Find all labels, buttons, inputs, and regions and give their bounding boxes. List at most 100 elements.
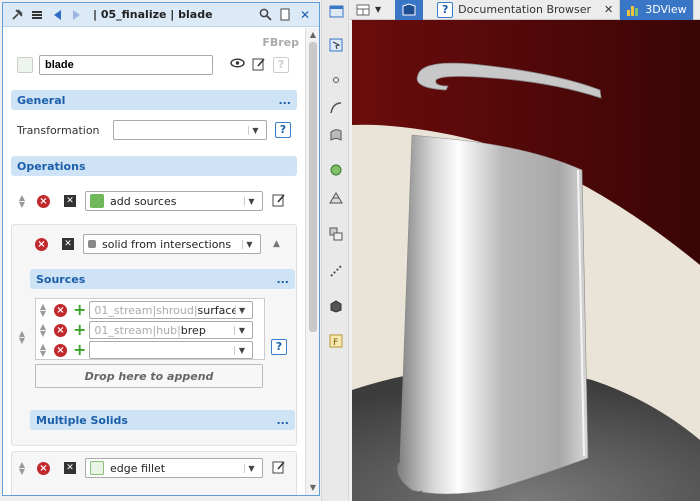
brep-tool-icon[interactable]: [328, 162, 344, 178]
operation-label: add sources: [110, 194, 177, 208]
help-icon[interactable]: ?: [271, 339, 287, 355]
app-window: | 05_finalize | blade ✕ FBrep ?: [0, 0, 700, 501]
multiple-solids-section-header[interactable]: Multiple Solids ...: [30, 410, 295, 430]
remove-icon[interactable]: ×: [35, 237, 48, 251]
blade-body: [397, 134, 589, 495]
operation-row: × ✕ solid from intersections ▼ ▲: [35, 234, 280, 254]
tab-3dview[interactable]: 3DView: [620, 0, 694, 20]
multiple-solids-header-label: Multiple Solids: [36, 413, 128, 427]
disable-icon[interactable]: ✕: [64, 462, 76, 474]
source-combo[interactable]: 01_stream|hub|brep ▼: [89, 321, 254, 339]
chart-icon: [627, 5, 639, 16]
back-arrow-icon[interactable]: [47, 5, 67, 25]
help-icon[interactable]: ?: [273, 57, 289, 73]
source-row: ▲ ▼ × + ▼: [38, 341, 254, 359]
sources-section-header[interactable]: Sources ...: [30, 269, 295, 289]
source-prefix: 01_stream|hub|: [94, 323, 181, 337]
source-prefix: 01_stream|shroud|: [94, 303, 198, 317]
remove-icon[interactable]: ×: [54, 343, 67, 357]
layout-selector[interactable]: ▼: [350, 0, 387, 20]
name-input[interactable]: [39, 55, 213, 75]
window-icon[interactable]: [328, 3, 344, 19]
chevron-down-icon: ▼: [244, 463, 258, 473]
reorder-handle-icon[interactable]: ▲ ▼: [38, 303, 48, 318]
panel-content: FBrep ? General ... Transformation: [3, 28, 305, 495]
point-tool-icon[interactable]: [328, 72, 344, 88]
operation-combo[interactable]: solid from intersections ▼: [83, 234, 261, 254]
remove-icon[interactable]: ×: [37, 461, 50, 475]
edit-icon[interactable]: [251, 57, 267, 73]
reorder-handle-icon[interactable]: ▲ ▼: [38, 343, 48, 358]
add-icon[interactable]: +: [73, 342, 86, 358]
eye-icon[interactable]: [229, 57, 245, 73]
dotted-line-icon[interactable]: [328, 263, 344, 279]
function-tool-icon[interactable]: F: [328, 333, 344, 349]
collapse-icon[interactable]: ▲: [273, 239, 280, 249]
group-tool-icon[interactable]: [328, 226, 344, 242]
view-toggle[interactable]: [395, 0, 424, 20]
solid-tool-icon[interactable]: [328, 298, 344, 314]
forward-arrow-icon[interactable]: [67, 5, 87, 25]
operation-row: ▲ ▼ × ✕ add sources ▼: [17, 191, 287, 211]
pin-icon[interactable]: [7, 5, 27, 25]
tool-strip: F: [321, 0, 349, 501]
general-header-label: General: [17, 93, 66, 107]
operation-label: edge fillet: [110, 461, 166, 475]
disable-icon[interactable]: ✕: [64, 195, 76, 207]
add-icon[interactable]: +: [73, 302, 86, 318]
mesh-tool-icon[interactable]: [328, 190, 344, 206]
edit-icon[interactable]: [271, 193, 287, 209]
transformation-combo[interactable]: ▼: [113, 120, 267, 140]
fbrep-label: FBrep: [262, 36, 299, 49]
chevron-down-icon: ▼: [234, 325, 248, 335]
curve-tool-icon[interactable]: [328, 100, 344, 116]
general-more-icon[interactable]: ...: [278, 94, 291, 107]
3d-scene[interactable]: [352, 20, 700, 501]
edit-icon[interactable]: [271, 460, 287, 476]
reorder-handle-icon[interactable]: ▲ ▼: [17, 330, 27, 345]
add-icon[interactable]: +: [73, 322, 86, 338]
remove-icon[interactable]: ×: [54, 323, 67, 337]
copy-icon[interactable]: [275, 5, 295, 25]
scroll-up-icon[interactable]: ▲: [308, 30, 318, 40]
reorder-handle-icon[interactable]: ▲ ▼: [38, 323, 48, 338]
drop-zone[interactable]: Drop here to append: [35, 364, 263, 388]
close-icon[interactable]: ✕: [604, 3, 613, 16]
chevron-down-icon: ▼: [248, 125, 262, 135]
panel-scrollbar[interactable]: ▲ ▼: [305, 28, 319, 495]
scroll-down-icon[interactable]: ▼: [308, 483, 318, 493]
source-row: ▲ ▼ × + 01_stream|shroud|surface ▼: [38, 301, 254, 319]
sources-more-icon[interactable]: ...: [276, 273, 289, 286]
menu-icon[interactable]: [27, 5, 47, 25]
sources-header-label: Sources: [36, 272, 86, 286]
remove-icon[interactable]: ×: [37, 194, 50, 208]
search-icon[interactable]: [255, 5, 275, 25]
chevron-down-icon: ▼: [234, 305, 249, 315]
close-icon[interactable]: ✕: [295, 5, 315, 25]
remove-icon[interactable]: ×: [54, 303, 67, 317]
solid-icon: [88, 240, 96, 248]
select-tool-icon[interactable]: [328, 37, 344, 53]
operation-combo[interactable]: edge fillet ▼: [85, 458, 263, 478]
disable-icon[interactable]: ✕: [62, 238, 74, 250]
surface-tool-icon[interactable]: [328, 127, 344, 143]
scroll-thumb[interactable]: [309, 42, 317, 332]
operation-label: solid from intersections: [102, 237, 232, 251]
operation-combo[interactable]: add sources ▼: [85, 191, 263, 211]
general-section-header[interactable]: General ...: [11, 90, 297, 110]
help-icon[interactable]: ?: [275, 122, 291, 138]
source-row: ▲ ▼ × + 01_stream|hub|brep ▼: [38, 321, 254, 339]
edge-fillet-icon: [90, 461, 104, 475]
reorder-handle-icon[interactable]: ▲ ▼: [17, 194, 27, 209]
tab-documentation-browser[interactable]: ? Documentation Browser ✕: [431, 0, 621, 20]
reorder-handle-icon[interactable]: ▲ ▼: [17, 461, 27, 476]
source-combo[interactable]: 01_stream|shroud|surface ▼: [89, 301, 254, 319]
multiple-solids-more-icon[interactable]: ...: [276, 414, 289, 427]
operations-section-header[interactable]: Operations: [11, 156, 297, 176]
chevron-down-icon: ▼: [244, 196, 258, 206]
3d-viewport[interactable]: [352, 20, 700, 501]
add-sources-icon: [90, 194, 104, 208]
tab-label: 3DView: [645, 3, 687, 16]
transformation-label: Transformation: [17, 123, 100, 137]
source-combo[interactable]: ▼: [89, 341, 254, 359]
